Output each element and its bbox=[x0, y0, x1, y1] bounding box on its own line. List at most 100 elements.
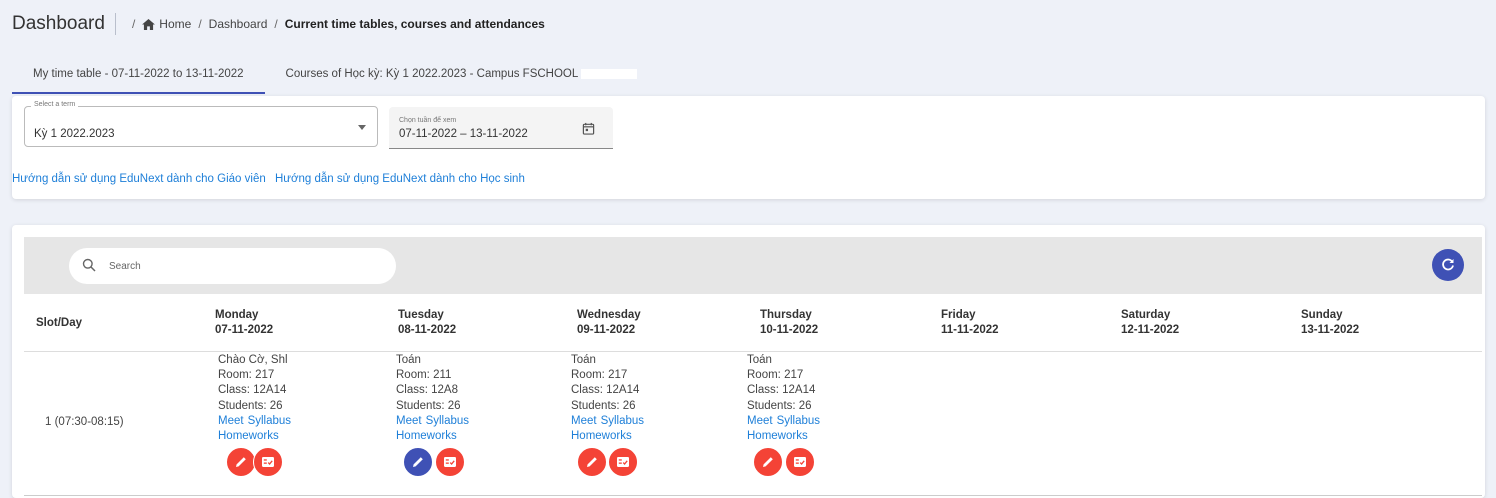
search-input[interactable]: Search bbox=[69, 248, 396, 284]
homework-checklist-button[interactable] bbox=[608, 447, 638, 478]
homeworks-link[interactable]: Homeworks bbox=[747, 430, 808, 442]
week-picker-label: Chọn tuần để xem bbox=[399, 117, 457, 124]
homework-checklist-button[interactable] bbox=[253, 447, 283, 478]
calendar-icon[interactable] bbox=[582, 122, 595, 135]
day-date: 07-11-2022 bbox=[215, 324, 274, 336]
syllabus-link[interactable]: Syllabus bbox=[426, 415, 469, 427]
pencil-icon bbox=[763, 457, 773, 468]
lesson-subject: Chào Cờ, Shl bbox=[218, 354, 288, 366]
day-header-wednesday: Wednesday 09-11-2022 bbox=[577, 308, 641, 338]
tab-bar: My time table - 07-11-2022 to 13-11-2022… bbox=[12, 56, 658, 94]
day-name: Thursday bbox=[760, 309, 812, 321]
lesson-actions bbox=[571, 447, 644, 478]
edit-attendance-button[interactable] bbox=[403, 447, 433, 478]
lesson-actions bbox=[396, 447, 469, 478]
page-title: Dashboard bbox=[12, 13, 116, 35]
lesson-room: Room: 217 bbox=[571, 369, 628, 382]
breadcrumb-dashboard[interactable]: Dashboard bbox=[209, 17, 268, 31]
search-icon bbox=[82, 258, 96, 272]
tab-label: My time table - 07-11-2022 to 13-11-2022 bbox=[33, 68, 244, 80]
checklist-icon bbox=[794, 457, 806, 468]
search-placeholder: Search bbox=[109, 261, 141, 272]
lesson-class: Class: 12A8 bbox=[396, 384, 459, 397]
lesson-links: Meet Syllabus bbox=[571, 414, 644, 429]
lesson-class: Class: 12A14 bbox=[218, 384, 287, 397]
lesson-actions bbox=[747, 447, 820, 478]
term-select[interactable]: Select a term Kỳ 1 2022.2023 bbox=[24, 101, 378, 147]
day-header-monday: Monday 07-11-2022 bbox=[215, 308, 273, 338]
page-header: Dashboard / Home / Dashboard / Current t… bbox=[12, 11, 545, 37]
timetable-header-row: Slot/Day Monday 07-11-2022 Tuesday 08-11… bbox=[24, 294, 1482, 352]
student-guide-link[interactable]: Hướng dẫn sử dụng EduNext dành cho Học s… bbox=[275, 173, 525, 185]
timetable-card: Search Slot/Day Monday 07-11-2022 Tuesda… bbox=[12, 225, 1485, 498]
lesson-subject: Toán bbox=[396, 354, 421, 366]
homework-checklist-button[interactable] bbox=[785, 447, 815, 478]
lesson-room: Room: 217 bbox=[218, 369, 275, 382]
edit-attendance-button[interactable] bbox=[577, 447, 607, 478]
day-date: 13-11-2022 bbox=[1301, 324, 1360, 336]
syllabus-link[interactable]: Syllabus bbox=[248, 415, 291, 427]
meet-link[interactable]: Meet bbox=[218, 415, 244, 427]
tab-my-timetable[interactable]: My time table - 07-11-2022 to 13-11-2022 bbox=[12, 56, 265, 94]
homework-checklist-button[interactable] bbox=[435, 447, 465, 478]
breadcrumb-separator: / bbox=[131, 17, 136, 31]
checklist-icon bbox=[262, 457, 274, 468]
day-name: Sunday bbox=[1301, 309, 1343, 321]
day-name: Wednesday bbox=[577, 309, 641, 321]
lesson-room: Room: 211 bbox=[396, 369, 452, 382]
tab-courses[interactable]: Courses of Học kỳ: Kỳ 1 2022.2023 - Camp… bbox=[265, 56, 659, 94]
day-date: 09-11-2022 bbox=[577, 324, 636, 336]
day-date: 12-11-2022 bbox=[1121, 324, 1180, 336]
slot-day-header: Slot/Day bbox=[36, 317, 83, 329]
week-picker[interactable]: Chọn tuần để xem 07-11-2022 – 13-11-2022 bbox=[389, 107, 613, 149]
term-select-value: Kỳ 1 2022.2023 bbox=[34, 128, 115, 140]
meet-link[interactable]: Meet bbox=[571, 415, 597, 427]
week-picker-value: 07-11-2022 – 13-11-2022 bbox=[399, 128, 528, 140]
timetable-toolbar: Search bbox=[24, 237, 1482, 294]
lesson-actions bbox=[218, 447, 291, 478]
homeworks-link[interactable]: Homeworks bbox=[571, 430, 632, 442]
day-header-tuesday: Tuesday 08-11-2022 bbox=[398, 308, 456, 338]
syllabus-link[interactable]: Syllabus bbox=[601, 415, 644, 427]
lesson-room: Room: 217 bbox=[747, 369, 804, 382]
edit-attendance-button[interactable] bbox=[753, 447, 783, 478]
meet-link[interactable]: Meet bbox=[396, 415, 422, 427]
tab-label: Courses of Học kỳ: Kỳ 1 2022.2023 - Camp… bbox=[285, 68, 579, 80]
lesson-cell-tuesday: Toán Room: 211 Class: 12A8 Students: 26 … bbox=[396, 353, 469, 478]
meet-link[interactable]: Meet bbox=[747, 415, 773, 427]
day-header-friday: Friday 11-11-2022 bbox=[941, 308, 999, 338]
lesson-cell-wednesday: Toán Room: 217 Class: 12A14 Students: 26… bbox=[571, 353, 644, 478]
lesson-students: Students: 26 bbox=[396, 399, 461, 412]
guide-links: Hướng dẫn sử dụng EduNext dành cho Giáo … bbox=[12, 173, 531, 185]
term-select-label: Select a term bbox=[31, 101, 79, 108]
lesson-students: Students: 26 bbox=[571, 399, 636, 412]
edit-attendance-button[interactable] bbox=[226, 447, 256, 478]
checklist-icon bbox=[444, 457, 456, 468]
homeworks-link[interactable]: Homeworks bbox=[396, 430, 457, 442]
pencil-icon bbox=[236, 457, 246, 468]
lesson-links: Meet Syllabus bbox=[396, 414, 469, 429]
teacher-guide-link[interactable]: Hướng dẫn sử dụng EduNext dành cho Giáo … bbox=[12, 173, 266, 185]
slot-label: 1 (07:30-08:15) bbox=[45, 416, 124, 428]
lesson-subject: Toán bbox=[747, 354, 772, 366]
day-date: 08-11-2022 bbox=[398, 324, 457, 336]
lesson-links: Meet Syllabus bbox=[218, 414, 291, 429]
home-icon[interactable] bbox=[142, 18, 156, 30]
breadcrumb-separator: / bbox=[198, 17, 202, 31]
homeworks-link[interactable]: Homeworks bbox=[218, 430, 279, 442]
checklist-icon bbox=[617, 457, 629, 468]
day-name: Tuesday bbox=[398, 309, 444, 321]
lesson-cell-monday: Chào Cờ, Shl Room: 217 Class: 12A14 Stud… bbox=[218, 353, 291, 478]
redacted-text bbox=[581, 68, 638, 79]
lesson-students: Students: 26 bbox=[747, 399, 812, 412]
breadcrumb-separator: / bbox=[274, 17, 278, 31]
syllabus-link[interactable]: Syllabus bbox=[777, 415, 820, 427]
pencil-icon bbox=[587, 457, 597, 468]
breadcrumb-home[interactable]: Home bbox=[159, 17, 191, 31]
refresh-button[interactable] bbox=[1432, 249, 1464, 281]
lesson-students: Students: 26 bbox=[218, 399, 283, 412]
filter-card: Select a term Kỳ 1 2022.2023 Chọn tuần đ… bbox=[12, 96, 1485, 199]
dropdown-arrow-icon bbox=[358, 125, 366, 130]
day-header-sunday: Sunday 13-11-2022 bbox=[1301, 308, 1359, 338]
lesson-class: Class: 12A14 bbox=[747, 384, 816, 397]
